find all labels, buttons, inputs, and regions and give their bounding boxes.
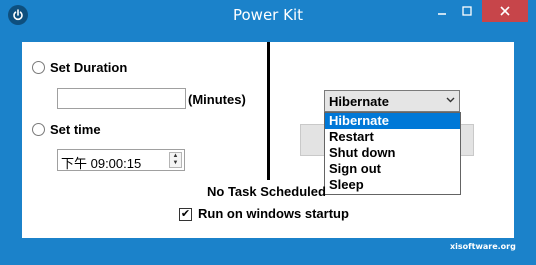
set-time-radio[interactable] [32, 123, 45, 136]
set-duration-radio[interactable] [32, 61, 45, 74]
action-select[interactable]: Hibernate [324, 90, 460, 112]
option-sign-out[interactable]: Sign out [325, 161, 460, 177]
spin-down-icon[interactable]: ▼ [170, 160, 181, 167]
startup-label[interactable]: Run on windows startup [198, 206, 349, 221]
chevron-down-icon [446, 95, 455, 107]
option-sleep[interactable]: Sleep [325, 177, 460, 193]
vertical-divider [267, 42, 270, 180]
minutes-label: (Minutes) [188, 92, 246, 107]
set-time-label: Set time [50, 122, 101, 137]
title-bar[interactable]: Power Kit [0, 0, 536, 30]
action-select-value: Hibernate [329, 94, 389, 109]
close-icon [500, 6, 510, 16]
minimize-icon [438, 13, 446, 15]
maximize-button[interactable] [456, 0, 478, 22]
time-spinner[interactable]: ▲ ▼ [169, 152, 182, 168]
option-hibernate[interactable]: Hibernate [325, 113, 460, 129]
spin-up-icon[interactable]: ▲ [170, 153, 181, 160]
close-button[interactable] [482, 0, 528, 22]
status-text: No Task Scheduled [207, 184, 326, 199]
startup-checkbox[interactable]: ✔ [179, 208, 192, 221]
set-duration-label: Set Duration [50, 60, 128, 75]
client-area: Set Duration (Minutes) Set time 下午 09:00… [22, 42, 514, 238]
maximize-icon [462, 6, 472, 16]
option-shut-down[interactable]: Shut down [325, 145, 460, 161]
time-picker[interactable]: 下午 09:00:15 ▲ ▼ [57, 149, 185, 171]
option-restart[interactable]: Restart [325, 129, 460, 145]
duration-minutes-input[interactable] [57, 88, 186, 109]
action-dropdown-list: Hibernate Restart Shut down Sign out Sle… [324, 112, 461, 195]
watermark: xisoftware.org [450, 242, 516, 251]
time-value: 下午 09:00:15 [61, 156, 142, 171]
power-kit-window: Power Kit Set Duration (Minutes) Set tim… [0, 0, 536, 265]
minimize-button[interactable] [431, 0, 453, 22]
